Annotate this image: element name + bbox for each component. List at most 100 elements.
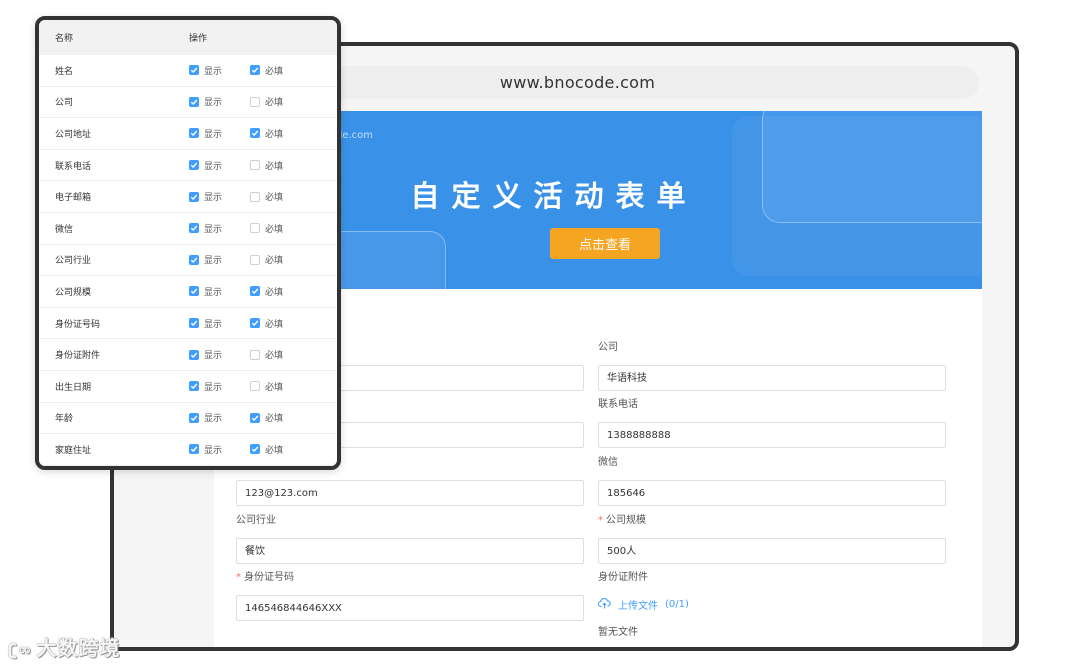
- required-toggle[interactable]: 必填: [250, 64, 283, 77]
- required-toggle[interactable]: 必填: [250, 348, 283, 361]
- show-label: 显示: [204, 256, 223, 267]
- field-wechat: 微信 185646: [598, 456, 946, 506]
- required-toggle[interactable]: 必填: [250, 95, 283, 108]
- show-label: 显示: [204, 382, 223, 393]
- required-label: 必填: [265, 98, 284, 109]
- phone-input[interactable]: 1388888888: [598, 422, 946, 448]
- required-checkbox[interactable]: [250, 223, 260, 234]
- required-toggle[interactable]: 必填: [250, 411, 283, 424]
- required-toggle[interactable]: 必填: [250, 253, 283, 266]
- show-toggle[interactable]: 显示: [189, 317, 250, 330]
- table-row: 姓名 显示 必填: [39, 55, 337, 87]
- show-checkbox[interactable]: [189, 412, 199, 423]
- field-name-cell: 出生日期: [55, 382, 92, 393]
- show-toggle[interactable]: 显示: [189, 285, 250, 298]
- watermark-logo-icon: ʗ∞: [8, 640, 33, 659]
- show-checkbox[interactable]: [189, 286, 199, 297]
- upload-count: (0/1): [665, 599, 689, 610]
- industry-label: 公司行业: [236, 515, 276, 526]
- show-checkbox[interactable]: [189, 128, 199, 139]
- required-checkbox[interactable]: [250, 254, 260, 265]
- idcard-attachment-label: 身份证附件: [598, 572, 648, 583]
- required-checkbox[interactable]: [250, 318, 260, 329]
- show-checkbox[interactable]: [189, 444, 199, 455]
- show-checkbox[interactable]: [189, 65, 199, 76]
- required-checkbox[interactable]: [250, 412, 260, 423]
- show-toggle[interactable]: 显示: [189, 222, 250, 235]
- field-name-cell: 年龄: [55, 414, 74, 425]
- show-toggle[interactable]: 显示: [189, 443, 250, 456]
- show-checkbox[interactable]: [189, 160, 199, 171]
- phone-label: 联系电话: [598, 399, 638, 410]
- show-checkbox[interactable]: [189, 349, 199, 360]
- field-settings-panel: 名称 操作 姓名 显示 必填 公司 显示 必填 公司地址 显示 必填 联系电话 显示 必填 电子邮箱 显示…: [35, 16, 341, 470]
- required-mark: *: [236, 572, 241, 583]
- email-input[interactable]: 123@123.com: [236, 480, 584, 506]
- required-label: 必填: [265, 445, 284, 456]
- show-label: 显示: [204, 193, 223, 204]
- cloud-upload-icon: [597, 597, 611, 612]
- field-name-cell: 公司行业: [55, 256, 92, 267]
- required-toggle[interactable]: 必填: [250, 222, 283, 235]
- wechat-label: 微信: [598, 457, 618, 468]
- table-row: 身份证附件 显示 必填: [39, 339, 337, 371]
- field-name-cell: 公司: [55, 98, 74, 109]
- field-name-cell: 身份证号码: [55, 319, 101, 330]
- table-row: 身份证号码 显示 必填: [39, 308, 337, 340]
- required-checkbox[interactable]: [250, 349, 260, 360]
- table-row: 公司行业 显示 必填: [39, 245, 337, 277]
- required-toggle[interactable]: 必填: [250, 159, 283, 172]
- field-name-cell: 身份证附件: [55, 351, 101, 362]
- show-toggle[interactable]: 显示: [189, 411, 250, 424]
- required-checkbox[interactable]: [250, 191, 260, 202]
- required-checkbox[interactable]: [250, 160, 260, 171]
- show-toggle[interactable]: 显示: [189, 348, 250, 361]
- required-label: 必填: [265, 414, 284, 425]
- wechat-input[interactable]: 185646: [598, 480, 946, 506]
- show-checkbox[interactable]: [189, 191, 199, 202]
- show-label: 显示: [204, 414, 223, 425]
- show-label: 显示: [204, 129, 223, 140]
- field-name-cell: 公司规模: [55, 287, 92, 298]
- company-input[interactable]: 华语科技: [598, 365, 946, 391]
- show-toggle[interactable]: 显示: [189, 159, 250, 172]
- show-checkbox[interactable]: [189, 381, 199, 392]
- required-toggle[interactable]: 必填: [250, 317, 283, 330]
- idcard-input[interactable]: 146546844646XXX: [236, 595, 584, 621]
- required-toggle[interactable]: 必填: [250, 285, 283, 298]
- required-checkbox[interactable]: [250, 286, 260, 297]
- company-label: 公司: [598, 342, 618, 353]
- show-checkbox[interactable]: [189, 254, 199, 265]
- show-toggle[interactable]: 显示: [189, 253, 250, 266]
- required-toggle[interactable]: 必填: [250, 443, 283, 456]
- show-checkbox[interactable]: [189, 96, 199, 107]
- field-company-size: * 公司规模 500人: [598, 514, 946, 564]
- company-size-label: 公司规模: [606, 515, 646, 526]
- show-label: 显示: [204, 161, 223, 172]
- show-toggle[interactable]: 显示: [189, 95, 250, 108]
- required-checkbox[interactable]: [250, 444, 260, 455]
- industry-input[interactable]: 餐饮: [236, 538, 584, 564]
- required-label: 必填: [265, 129, 284, 140]
- required-toggle[interactable]: 必填: [250, 380, 283, 393]
- show-toggle[interactable]: 显示: [189, 127, 250, 140]
- field-name-cell: 家庭住址: [55, 445, 92, 456]
- show-toggle[interactable]: 显示: [189, 64, 250, 77]
- company-size-input[interactable]: 500人: [598, 538, 946, 564]
- show-checkbox[interactable]: [189, 223, 199, 234]
- show-toggle[interactable]: 显示: [189, 190, 250, 203]
- show-toggle[interactable]: 显示: [189, 380, 250, 393]
- field-industry: 公司行业 餐饮: [236, 514, 584, 564]
- view-button[interactable]: 点击查看: [550, 228, 660, 259]
- show-checkbox[interactable]: [189, 318, 199, 329]
- field-name-cell: 微信: [55, 224, 74, 235]
- required-toggle[interactable]: 必填: [250, 190, 283, 203]
- required-checkbox[interactable]: [250, 128, 260, 139]
- watermark: ʗ∞ 大数跨境: [8, 632, 121, 661]
- required-label: 必填: [265, 256, 284, 267]
- required-checkbox[interactable]: [250, 96, 260, 107]
- required-toggle[interactable]: 必填: [250, 127, 283, 140]
- required-checkbox[interactable]: [250, 65, 260, 76]
- upload-file-button[interactable]: 上传文件 (0/1): [597, 597, 946, 612]
- required-checkbox[interactable]: [250, 381, 260, 392]
